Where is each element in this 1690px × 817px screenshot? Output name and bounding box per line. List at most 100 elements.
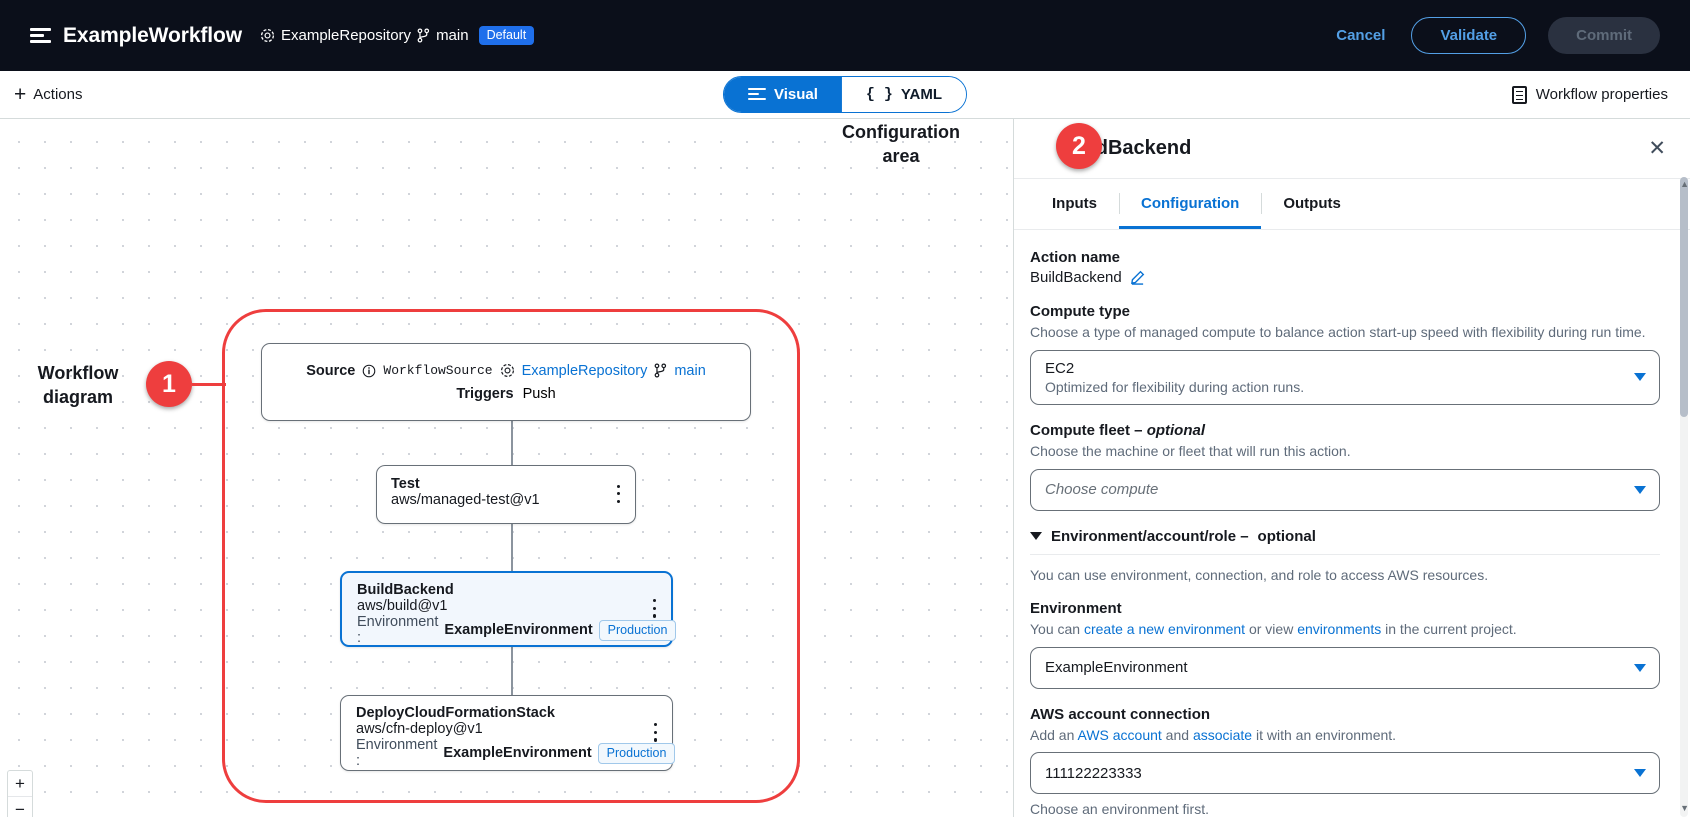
action-node-deploycloudformationstack[interactable]: DeployCloudFormationStack aws/cfn-deploy… xyxy=(340,695,673,771)
node-environment-badge: Production xyxy=(598,743,676,764)
branch-icon xyxy=(417,28,430,43)
compute-fleet-label: Compute fleet – optional xyxy=(1030,422,1660,439)
node-environment-label: Environment : xyxy=(357,614,438,646)
zoom-in-button[interactable]: + xyxy=(8,771,32,797)
tab-visual-label: Visual xyxy=(774,86,818,103)
compute-type-selected-description: Optimized for flexibility during action … xyxy=(1045,379,1623,395)
field-environment: Environment You can create a new environ… xyxy=(1030,600,1660,689)
branch-name: main xyxy=(436,27,469,44)
scroll-up-icon[interactable]: ▲ xyxy=(1680,179,1689,189)
node-action-id: aws/managed-test@v1 xyxy=(391,492,621,508)
tab-visual[interactable]: Visual xyxy=(724,77,842,112)
environment-label: Environment xyxy=(1030,600,1660,617)
environment-selected-value: ExampleEnvironment xyxy=(1045,659,1623,676)
node-title: BuildBackend xyxy=(357,582,656,598)
field-action-name: Action name BuildBackend xyxy=(1030,249,1660,286)
chevron-down-icon xyxy=(1634,664,1646,672)
repository-breadcrumb: ExampleRepository main Default xyxy=(260,26,534,45)
section-environment-account-role[interactable]: Environment/account/role – optional xyxy=(1030,528,1660,555)
environment-select[interactable]: ExampleEnvironment xyxy=(1030,647,1660,689)
scroll-down-icon[interactable]: ▼ xyxy=(1680,803,1689,813)
triggers-value: Push xyxy=(523,386,556,402)
source-branch-link[interactable]: main xyxy=(674,363,705,379)
node-action-id: aws/build@v1 xyxy=(357,598,656,614)
repository-icon xyxy=(260,28,275,43)
connector-test-to-build xyxy=(511,524,513,571)
panel-scrollbar-thumb[interactable] xyxy=(1680,177,1688,417)
action-node-buildbackend[interactable]: BuildBackend aws/build@v1 Environment : … xyxy=(340,571,673,647)
environments-link[interactable]: environments xyxy=(1297,621,1381,637)
annotation-leader-line-1 xyxy=(192,383,226,386)
node-environment-badge: Production xyxy=(599,620,677,641)
aws-account-hint: Choose an environment first. xyxy=(1030,800,1660,817)
compute-fleet-placeholder: Choose compute xyxy=(1045,481,1623,498)
panel-header: BuildBackend ✕ xyxy=(1014,119,1690,179)
aws-account-desc-suffix: it with an environment. xyxy=(1252,727,1396,743)
environment-description: You can create a new environment or view… xyxy=(1030,620,1660,640)
aws-account-select[interactable]: 111122223333 xyxy=(1030,752,1660,794)
tab-inputs[interactable]: Inputs xyxy=(1030,179,1119,229)
action-name-value-row: BuildBackend xyxy=(1030,269,1660,286)
node-menu-button[interactable] xyxy=(617,485,621,505)
node-menu-button[interactable] xyxy=(654,723,658,743)
node-menu-button[interactable] xyxy=(653,599,657,619)
compute-fleet-description: Choose the machine or fleet that will ru… xyxy=(1030,442,1660,462)
aws-account-desc-prefix: Add an xyxy=(1030,727,1078,743)
connector-build-to-deploy xyxy=(511,647,513,695)
workflow-canvas[interactable]: Workflow diagram 1 Source WorkflowSource xyxy=(0,119,1013,817)
associate-link[interactable]: associate xyxy=(1193,727,1252,743)
env-section-optional-text: optional xyxy=(1258,528,1316,545)
action-bar: + Actions Visual { } YAML Workflow prope… xyxy=(0,71,1690,119)
node-environment-value: ExampleEnvironment xyxy=(444,622,592,638)
source-label: Source xyxy=(306,363,355,379)
panel-scrollbar[interactable] xyxy=(1680,177,1688,817)
document-icon xyxy=(1512,86,1527,104)
triangle-down-icon xyxy=(1030,532,1042,540)
action-name-value: BuildBackend xyxy=(1030,269,1122,286)
create-environment-link[interactable]: create a new environment xyxy=(1084,621,1245,637)
aws-account-selected-value: 111122223333 xyxy=(1045,765,1623,782)
environment-desc-suffix: in the current project. xyxy=(1381,621,1516,637)
annotation-marker-2: 2 xyxy=(1056,123,1102,169)
aws-account-desc-mid: and xyxy=(1162,727,1193,743)
node-environment-row: Environment : ExampleEnvironment Product… xyxy=(357,614,656,646)
top-bar-actions: Cancel Validate Commit xyxy=(1332,17,1690,54)
repository-name: ExampleRepository xyxy=(281,27,411,44)
panel-tabs: Inputs Configuration Outputs xyxy=(1014,179,1690,230)
tab-outputs[interactable]: Outputs xyxy=(1261,179,1363,229)
repository-icon xyxy=(500,363,515,378)
configuration-panel: BuildBackend ✕ Inputs Configuration Outp… xyxy=(1013,119,1690,817)
tab-configuration[interactable]: Configuration xyxy=(1119,179,1261,229)
action-node-test[interactable]: Test aws/managed-test@v1 xyxy=(376,465,636,524)
zoom-out-button[interactable]: − xyxy=(8,797,32,817)
panel-body: Action name BuildBackend Compute type Ch… xyxy=(1014,231,1690,817)
node-environment-label: Environment : xyxy=(356,737,437,769)
env-section-description: You can use environment, connection, and… xyxy=(1030,566,1660,586)
branch-icon xyxy=(654,363,667,378)
workflow-properties-button[interactable]: Workflow properties xyxy=(1512,86,1690,104)
source-repository-link[interactable]: ExampleRepository xyxy=(522,363,648,379)
compute-fleet-label-text: Compute fleet – xyxy=(1030,422,1147,439)
tab-yaml-label: YAML xyxy=(901,86,942,103)
validate-button[interactable]: Validate xyxy=(1411,17,1526,54)
commit-button[interactable]: Commit xyxy=(1548,17,1660,54)
compute-type-selected-value: EC2 xyxy=(1045,360,1623,377)
source-node-line-2: Triggers Push xyxy=(456,386,555,402)
aws-account-label: AWS account connection xyxy=(1030,706,1660,723)
tab-yaml[interactable]: { } YAML xyxy=(842,77,966,112)
close-icon[interactable]: ✕ xyxy=(1642,134,1672,163)
source-name: WorkflowSource xyxy=(383,363,492,378)
aws-account-link[interactable]: AWS account xyxy=(1078,727,1162,743)
cancel-button[interactable]: Cancel xyxy=(1332,21,1389,50)
node-environment-value: ExampleEnvironment xyxy=(443,745,591,761)
add-actions-button[interactable]: + Actions xyxy=(0,83,88,106)
source-node[interactable]: Source WorkflowSource ExampleRepository xyxy=(261,343,751,421)
source-node-line-1: Source WorkflowSource ExampleRepository xyxy=(306,363,706,379)
plus-icon: + xyxy=(14,84,26,105)
top-bar: ExampleWorkflow ExampleRepository main D… xyxy=(0,0,1690,71)
compute-type-select[interactable]: EC2 Optimized for flexibility during act… xyxy=(1030,350,1660,405)
edit-pencil-icon[interactable] xyxy=(1130,270,1145,285)
annotation-marker-1: 1 xyxy=(146,361,192,407)
connector-source-to-test xyxy=(511,421,513,465)
compute-fleet-select[interactable]: Choose compute xyxy=(1030,469,1660,511)
